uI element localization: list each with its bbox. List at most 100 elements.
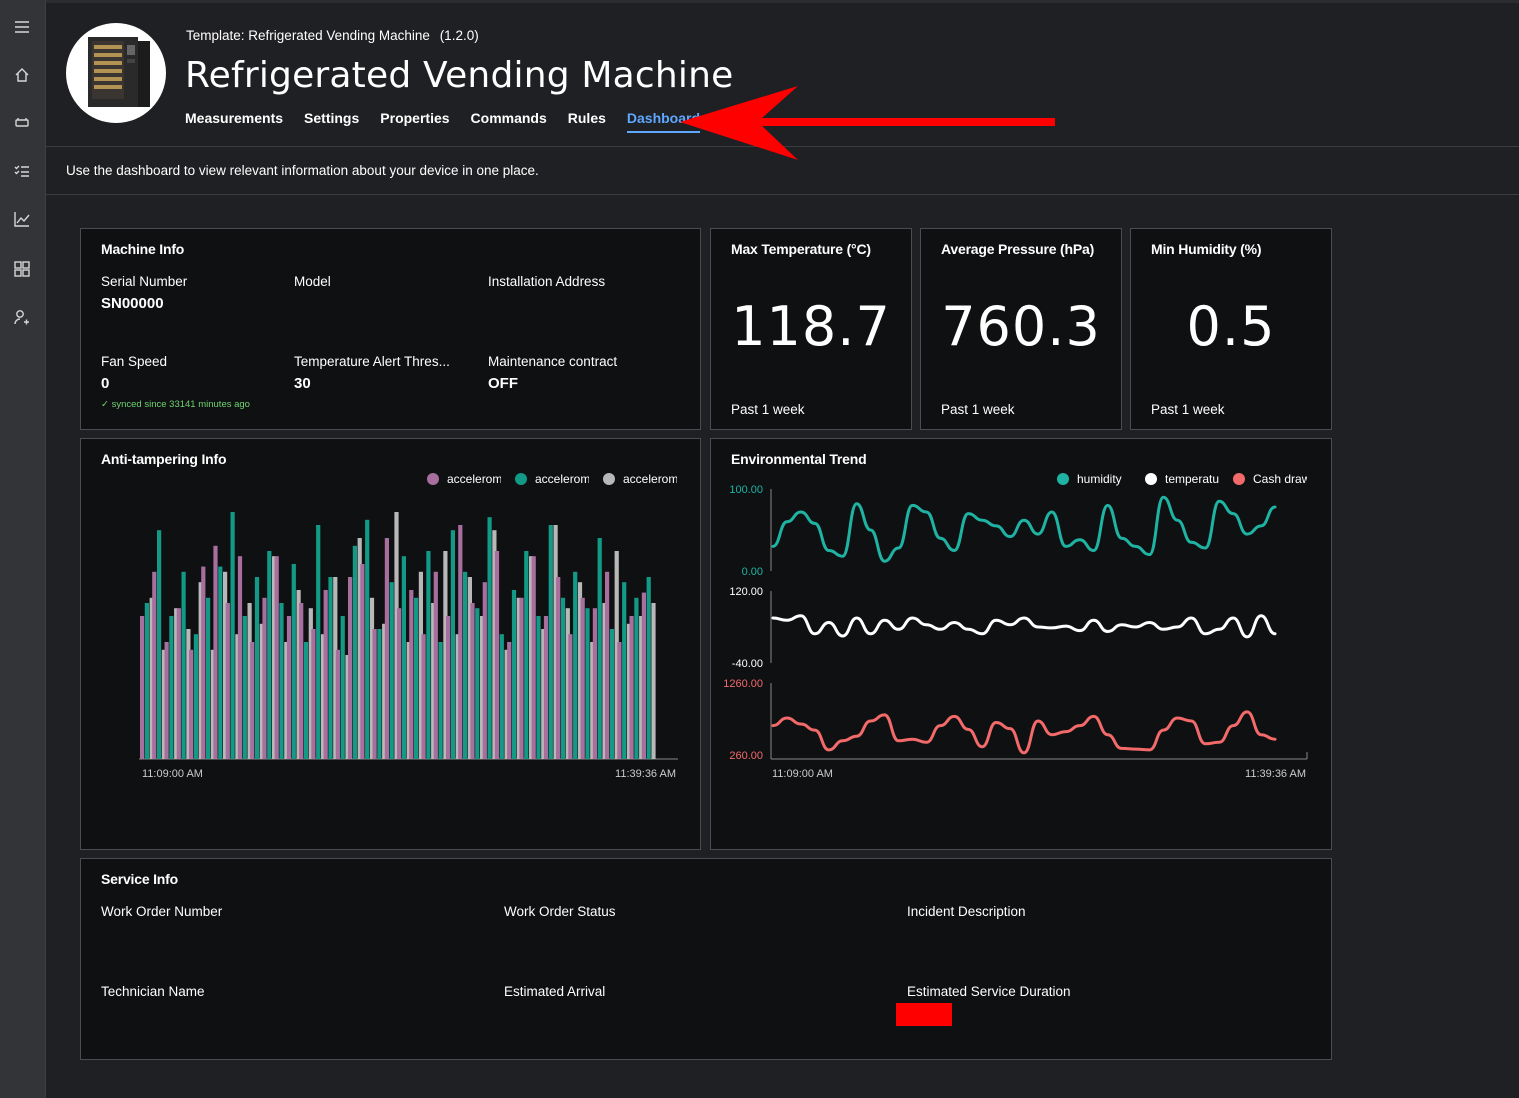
bar [568, 634, 573, 759]
tab-measurements[interactable]: Measurements [185, 110, 283, 133]
bar [206, 597, 211, 759]
bar [201, 566, 206, 759]
template-name[interactable]: Refrigerated Vending Machine [248, 28, 430, 43]
bar [377, 629, 382, 759]
y-tick-label: -40.00 [732, 658, 763, 670]
bar [291, 564, 296, 759]
bar [641, 592, 646, 759]
bar [524, 551, 529, 759]
x-tick-label: 11:09:00 AM [142, 768, 203, 780]
bar [286, 616, 292, 759]
bar [274, 556, 279, 759]
y-tick-label: 0.00 [742, 566, 763, 578]
bar [181, 571, 186, 759]
bar [592, 608, 597, 759]
device-icon[interactable] [11, 112, 33, 134]
bar [230, 512, 235, 759]
anti-tampering-card: Anti-tampering Info acceleromet accelero… [80, 438, 701, 850]
bar [646, 577, 651, 759]
synced-status: ✓ synced since 33141 minutes ago [101, 399, 250, 410]
y-tick-label: 1260.00 [723, 678, 763, 690]
tab-rules[interactable]: Rules [568, 110, 606, 133]
hamburger-icon[interactable] [11, 16, 33, 38]
work-order-status-label: Work Order Status [504, 904, 616, 919]
bar [450, 530, 455, 759]
series-line-humidity [771, 495, 1277, 563]
left-nav-rail [0, 0, 46, 1098]
kpi-card-average-pressure: Average Pressure (hPa) 760.3 Past 1 week [920, 228, 1122, 430]
bar [494, 551, 500, 759]
tab-settings[interactable]: Settings [304, 110, 359, 133]
bar [237, 556, 243, 759]
card-title: Machine Info [101, 241, 185, 257]
bar [218, 566, 223, 759]
device-image [66, 23, 166, 123]
bar [144, 603, 149, 759]
bar [617, 642, 622, 759]
card-title: Service Info [101, 871, 178, 887]
template-info: Template: Refrigerated Vending Machine (… [186, 28, 479, 43]
bar [372, 629, 377, 759]
bar [250, 642, 255, 759]
bar [421, 634, 426, 759]
bar [299, 603, 304, 759]
bar [360, 564, 365, 759]
y-tick-label: 260.00 [729, 750, 763, 762]
serial-number-value: SN00000 [101, 295, 164, 312]
temp-alert-value: 30 [294, 375, 311, 392]
bar [511, 590, 517, 759]
y-tick-label: 120.00 [729, 586, 763, 598]
bar [348, 577, 353, 759]
bar [303, 642, 309, 759]
kpi-value: 118.7 [731, 295, 891, 358]
redaction-box [896, 1003, 952, 1026]
kpi-card-min-humidity: Min Humidity (%) 0.5 Past 1 week [1130, 228, 1332, 430]
annotation-arrow-icon [680, 86, 1055, 160]
bar [152, 571, 157, 759]
bar [597, 538, 602, 759]
analytics-icon[interactable] [11, 208, 33, 230]
bar [335, 649, 340, 759]
bar [543, 616, 549, 759]
service-info-card: Service Info Work Order Number Work Orde… [80, 858, 1332, 1060]
bar [556, 577, 561, 759]
bar [384, 538, 389, 759]
bar [389, 582, 394, 759]
bar [470, 603, 475, 759]
bar [140, 616, 145, 759]
bar [499, 634, 504, 759]
rules-icon[interactable] [11, 160, 33, 182]
model-label: Model [294, 274, 331, 289]
bar [487, 517, 492, 759]
tab-commands[interactable]: Commands [471, 110, 547, 133]
incident-description-label: Incident Description [907, 904, 1026, 919]
environmental-trend-card: Environmental Trend humidity temperature… [710, 438, 1332, 850]
bar [433, 571, 438, 759]
x-tick-label: 11:39:36 AM [1245, 768, 1306, 780]
home-icon[interactable] [11, 64, 33, 86]
bar [507, 642, 512, 759]
series-line-cash-drawer [771, 710, 1277, 755]
bar [475, 608, 480, 759]
y-tick-label: 100.00 [729, 484, 763, 496]
kpi-value: 760.3 [941, 295, 1101, 358]
kpi-card-max-temperature: Max Temperature (°C) 118.7 Past 1 week [710, 228, 912, 430]
bar [279, 603, 284, 759]
template-prefix: Template: [186, 28, 245, 43]
bar [157, 530, 162, 759]
kpi-period: Past 1 week [731, 402, 805, 417]
bar [414, 597, 419, 759]
tab-properties[interactable]: Properties [380, 110, 449, 133]
admin-icon[interactable] [11, 306, 33, 328]
technician-name-label: Technician Name [101, 984, 205, 999]
bar [458, 525, 463, 759]
anti-tampering-bar-chart: 11:09:00 AM 11:39:36 AM [139, 512, 678, 780]
dashboard-icon[interactable] [11, 258, 33, 280]
kpi-value: 0.5 [1186, 295, 1276, 358]
bar [365, 519, 370, 759]
bar [482, 582, 487, 759]
bar [409, 590, 414, 759]
bar [328, 577, 333, 759]
bar [609, 629, 614, 759]
tab-bar: Measurements Settings Properties Command… [185, 110, 701, 133]
